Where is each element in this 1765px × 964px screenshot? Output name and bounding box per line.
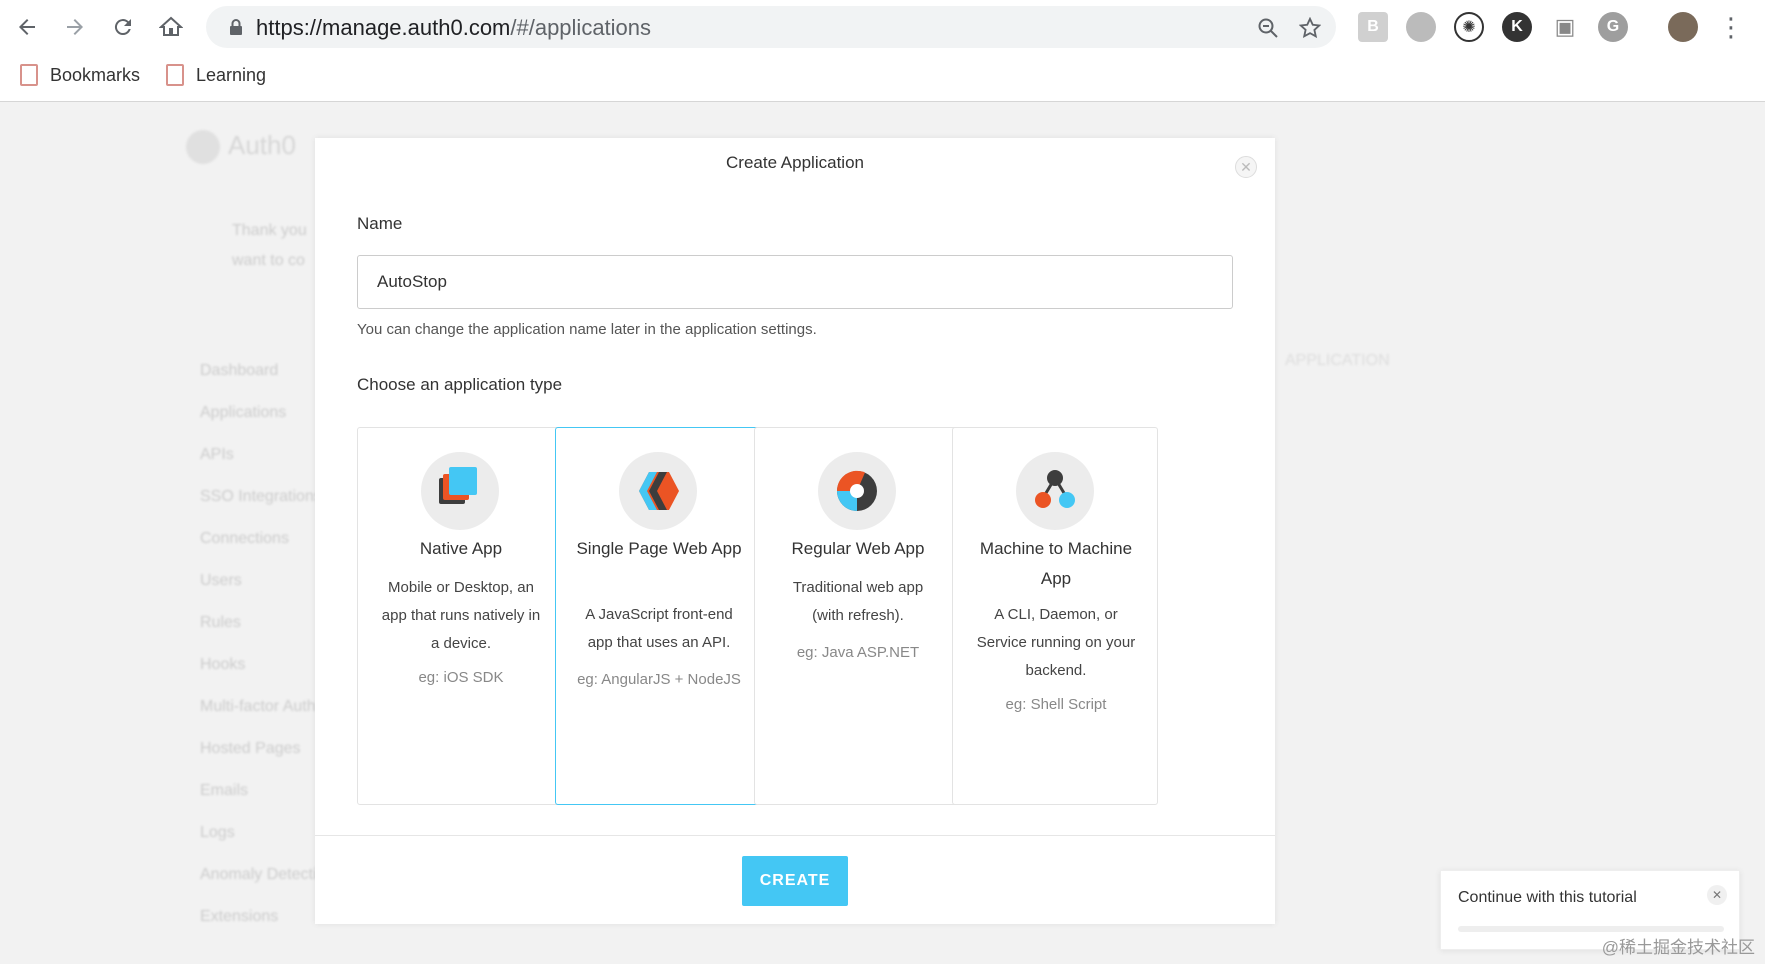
- name-input[interactable]: [357, 255, 1233, 309]
- name-label: Name: [357, 214, 403, 233]
- app-type-regular-web[interactable]: Regular Web App Traditional web app (wit…: [754, 427, 960, 805]
- back-icon[interactable]: [8, 8, 46, 46]
- banner-text-2: want to co: [232, 252, 305, 269]
- app-type-name: Native App: [419, 539, 503, 558]
- app-type-desc: Mobile or Desktop, an app that runs nati…: [381, 579, 541, 652]
- auth0-logo: Auth0: [186, 130, 296, 165]
- native-app-icon: [421, 452, 499, 530]
- sidebar-item-logs: Logs: [200, 824, 235, 841]
- sidebar-item-hooks: Hooks: [200, 656, 246, 673]
- extension-k-icon[interactable]: K: [1502, 12, 1532, 42]
- menu-dots-icon[interactable]: ⋮: [1712, 8, 1750, 46]
- spa-icon: [619, 452, 697, 530]
- url-host: https://manage.auth0.com: [256, 15, 511, 40]
- app-type-example: eg: AngularJS + NodeJS: [577, 671, 741, 688]
- toast-text: Continue with this tutorial: [1458, 889, 1637, 906]
- camera-icon[interactable]: ▣: [1550, 12, 1580, 42]
- sidebar-item-dashboard: Dashboard: [200, 362, 279, 379]
- app-type-desc: A JavaScript front-end app that uses an …: [585, 606, 733, 651]
- regular-web-app-icon: [818, 452, 896, 530]
- bookmark-label: Learning: [196, 64, 267, 85]
- type-label: Choose an application type: [357, 375, 563, 394]
- create-button[interactable]: CREATE: [742, 856, 848, 906]
- sidebar-item-rules: Rules: [200, 614, 241, 631]
- bookmark-star-icon[interactable]: [1296, 14, 1324, 42]
- grammarly-icon[interactable]: G: [1598, 12, 1628, 42]
- sidebar-item-extensions: Extensions: [200, 908, 279, 925]
- bookmark-learning[interactable]: Learning: [166, 58, 266, 92]
- forward-icon[interactable]: [56, 8, 94, 46]
- extension-openai-icon[interactable]: ✺: [1454, 12, 1484, 42]
- sidebar-item-connections: Connections: [200, 530, 289, 547]
- extension-orb-icon[interactable]: [1406, 12, 1436, 42]
- lock-icon: [230, 19, 242, 35]
- app-type-name: Machine to Machine App: [979, 539, 1133, 588]
- address-bar[interactable]: https://manage.auth0.com/#/applications: [206, 6, 1336, 48]
- bookmark-label: Bookmarks: [50, 64, 141, 85]
- modal-title: Create Application: [726, 153, 864, 172]
- sidebar-item-apis: APIs: [200, 446, 234, 463]
- close-icon[interactable]: ✕: [1235, 156, 1257, 178]
- bookmark-bookmarks[interactable]: Bookmarks: [20, 58, 140, 92]
- machine-to-machine-icon: [1016, 452, 1094, 530]
- app-type-example: eg: Shell Script: [1005, 696, 1107, 713]
- app-type-example: eg: Java ASP.NET: [796, 644, 920, 661]
- sidebar-item-sso: SSO Integrations: [200, 488, 322, 505]
- extension-b-icon[interactable]: B: [1358, 12, 1388, 42]
- close-icon[interactable]: ✕: [1707, 885, 1727, 905]
- sidebar-item-users: Users: [200, 572, 242, 589]
- create-application-modal: Create Application ✕ Name You can change…: [315, 138, 1275, 924]
- folder-icon: [166, 64, 184, 86]
- url-text: https://manage.auth0.com/#/applications: [256, 15, 651, 41]
- modal-divider: [315, 835, 1275, 836]
- app-type-desc: Traditional web app (with refresh).: [792, 579, 924, 624]
- sidebar-item-emails: Emails: [200, 782, 249, 799]
- app-type-name: Regular Web App: [791, 539, 925, 558]
- zoom-icon[interactable]: [1254, 14, 1282, 42]
- profile-avatar[interactable]: [1668, 12, 1698, 42]
- home-icon[interactable]: [152, 8, 190, 46]
- banner-text-1: Thank you: [232, 222, 307, 239]
- browser-toolbar: https://manage.auth0.com/#/applications …: [0, 0, 1765, 102]
- sidebar-item-applications: Applications: [200, 404, 287, 421]
- tutorial-progress-bar: [1458, 926, 1724, 932]
- sidebar-item-hosted-pages: Hosted Pages: [200, 740, 301, 757]
- app-type-native[interactable]: Native App Mobile or Desktop, an app tha…: [357, 427, 563, 805]
- url-path: /#/applications: [510, 15, 652, 40]
- bg-create-button: APPLICATION: [1285, 352, 1390, 369]
- app-type-example: eg: iOS SDK: [418, 669, 504, 686]
- name-help-text: You can change the application name late…: [357, 321, 817, 338]
- app-type-desc: A CLI, Daemon, or Service running on you…: [976, 606, 1136, 679]
- folder-icon: [20, 64, 38, 86]
- app-type-name: Single Page Web App: [576, 539, 742, 558]
- sidebar-item-mfa: Multi-factor Auth: [200, 698, 316, 715]
- app-type-spa[interactable]: Single Page Web App A JavaScript front-e…: [555, 427, 761, 805]
- reload-icon[interactable]: [104, 8, 142, 46]
- app-type-m2m[interactable]: Machine to Machine App A CLI, Daemon, or…: [952, 427, 1158, 805]
- watermark: @稀土掘金技术社区: [1601, 938, 1755, 957]
